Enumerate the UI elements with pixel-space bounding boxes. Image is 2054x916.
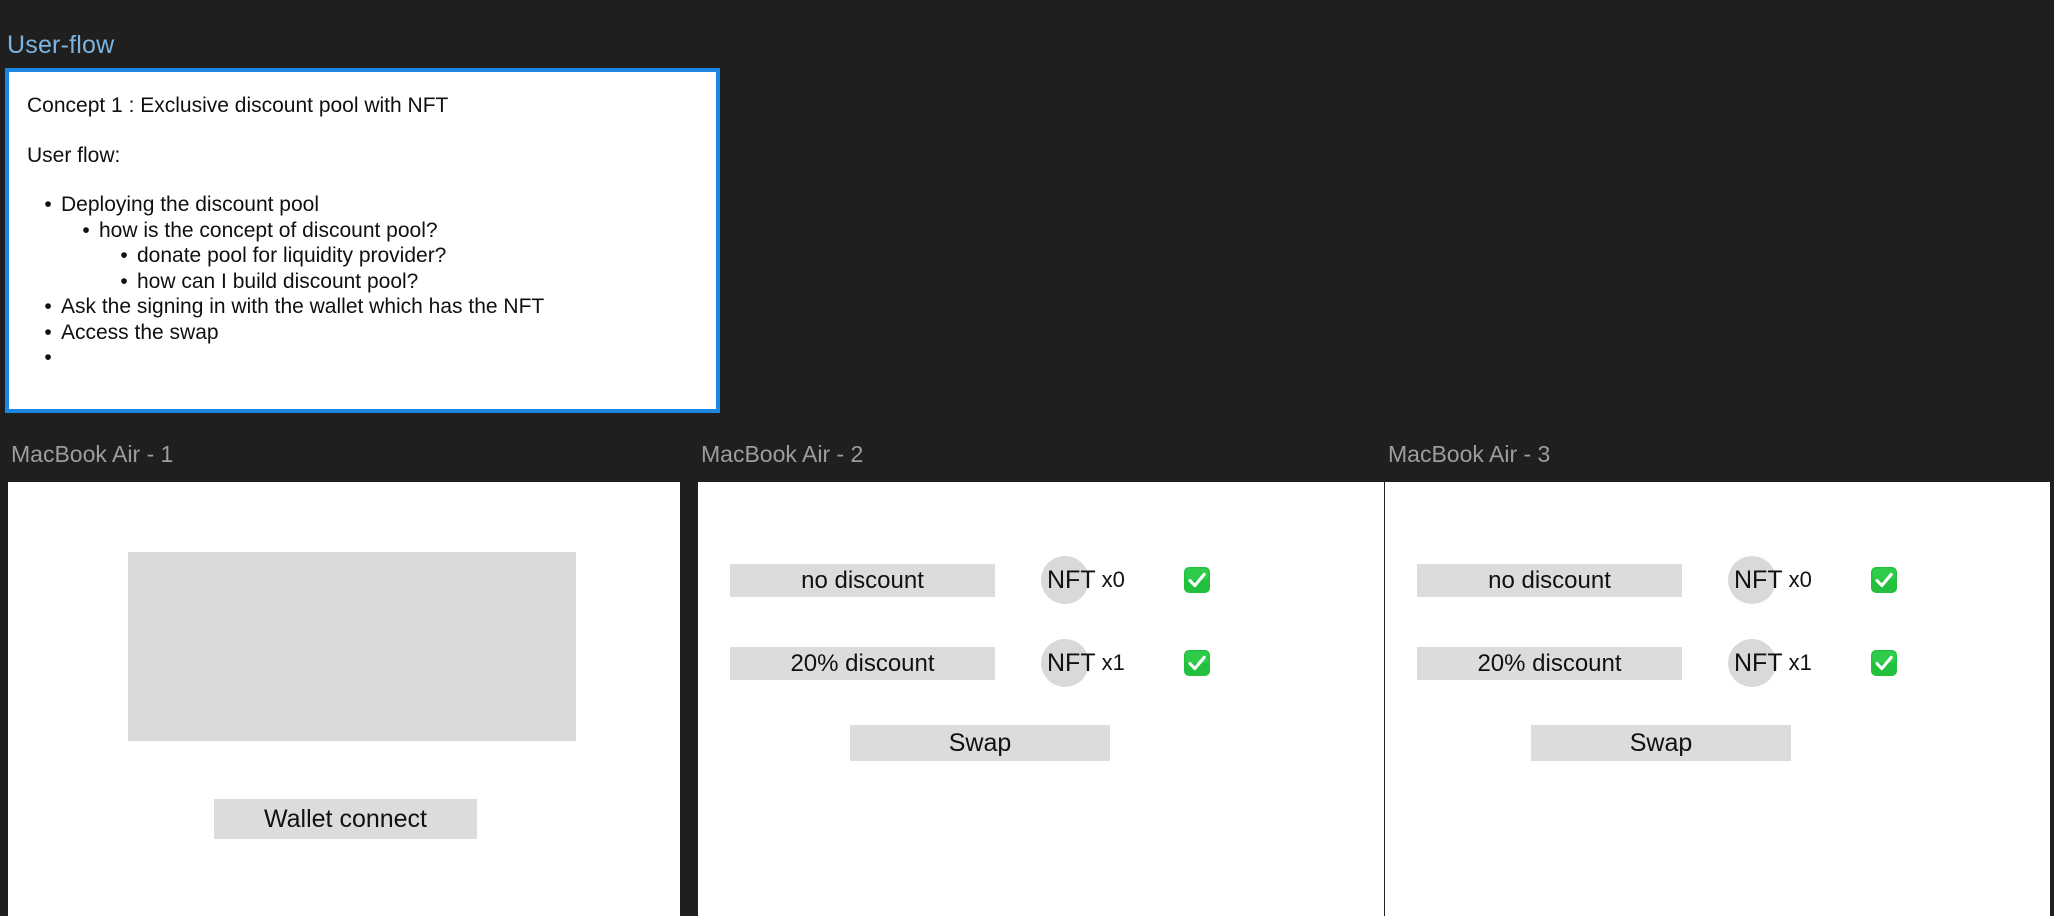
check-mark-button-icon[interactable]: [1183, 649, 1211, 677]
user-flow-bullet-item: • donate pool for liquidity provider?: [120, 243, 698, 269]
user-flow-note-card[interactable]: Concept 1 : Exclusive discount pool with…: [5, 68, 720, 413]
frame-macbook-air-2[interactable]: MacBook Air - 2 no discount NFT x0 20% d…: [698, 440, 1384, 916]
user-flow-bullet-item: • how is the concept of discount pool? • do…: [82, 218, 698, 295]
wallet-connect-button[interactable]: Wallet connect: [214, 799, 477, 839]
frame-canvas-2[interactable]: no discount NFT x0 20% discount NFT x1 S…: [698, 482, 1384, 916]
user-flow-title: User-flow: [7, 31, 115, 59]
user-flow-bullet-text: how can I build discount pool?: [137, 269, 419, 293]
frame-label-2: MacBook Air - 2: [701, 441, 864, 467]
user-flow-bullet-text: Ask the signing in with the wallet which…: [61, 295, 545, 318]
nft-count: x0: [1788, 567, 1812, 592]
nft-label: NFT: [1734, 649, 1783, 677]
frame-label-1: MacBook Air - 1: [11, 441, 174, 467]
bullet-dot-icon: •: [44, 295, 52, 318]
bullet-dot-icon: •: [82, 218, 90, 242]
user-flow-bullet-list: • Deploying the discount pool • how is the …: [27, 192, 698, 369]
user-flow-label: User flow:: [27, 144, 121, 167]
discount-chip[interactable]: 20% discount: [730, 646, 995, 680]
nft-count: x0: [1101, 567, 1125, 592]
user-flow-section: User-flow Concept 1 : Exclusive discount…: [0, 0, 730, 413]
frame-label-3: MacBook Air - 3: [1388, 441, 1551, 467]
bullet-dot-icon: •: [120, 269, 128, 293]
swap-button[interactable]: Swap: [850, 725, 1110, 761]
bullet-dot-icon: •: [120, 244, 128, 267]
swap-option-row[interactable]: no discount NFT x0: [730, 556, 1211, 604]
swap-button[interactable]: Swap: [1531, 725, 1791, 761]
nft-badge-group: NFT x1: [1041, 639, 1125, 687]
user-flow-bullet-text: donate pool for liquidity provider?: [137, 244, 447, 267]
user-flow-bullet-item: • Access the swap: [44, 320, 698, 346]
nft-count: x1: [1788, 650, 1812, 675]
user-flow-bullet-text: Deploying the discount pool: [61, 193, 320, 216]
nft-count: x1: [1101, 650, 1125, 675]
frame-macbook-air-3[interactable]: MacBook Air - 3 no discount NFT x0 20% d…: [1385, 440, 2050, 916]
nft-label: NFT: [1047, 566, 1096, 594]
nft-badge-group: NFT x0: [1728, 556, 1812, 604]
user-flow-bullet-text: Access the swap: [61, 320, 219, 344]
nft-badge-group: NFT x1: [1728, 639, 1812, 687]
user-flow-sub-list: • donate pool for liquidity provider? • how…: [99, 243, 698, 294]
frame-canvas-3[interactable]: no discount NFT x0 20% discount NFT x1 S…: [1385, 482, 2050, 916]
bullet-dot-icon: •: [44, 193, 52, 216]
nft-label: NFT: [1734, 566, 1783, 594]
frame-macbook-air-1[interactable]: MacBook Air - 1 Wallet connect: [8, 440, 680, 916]
swap-option-row[interactable]: no discount NFT x0: [1417, 556, 1898, 604]
frame-canvas-1[interactable]: Wallet connect: [8, 482, 680, 916]
user-flow-bullet-item: • Ask the signing in with the wallet whic…: [44, 294, 698, 320]
user-flow-bullet-item: • how can I build discount pool?: [120, 269, 698, 295]
frames-row: MacBook Air - 1 Wallet connect MacBook A…: [0, 440, 2054, 916]
bullet-dot-icon: •: [44, 346, 52, 369]
swap-option-row[interactable]: 20% discount NFT x1: [1417, 639, 1898, 687]
user-flow-bullet-text: how is the concept of discount pool?: [99, 218, 438, 242]
image-placeholder-rectangle: [128, 552, 576, 741]
user-flow-bullet-item: • Deploying the discount pool • how is the …: [44, 192, 698, 295]
nft-badge-group: NFT x0: [1041, 556, 1125, 604]
discount-chip[interactable]: 20% discount: [1417, 646, 1682, 680]
discount-chip[interactable]: no discount: [730, 563, 995, 597]
nft-label: NFT: [1047, 649, 1096, 677]
check-mark-button-icon[interactable]: [1870, 649, 1898, 677]
swap-option-row[interactable]: 20% discount NFT x1: [730, 639, 1211, 687]
user-flow-sub-list: • how is the concept of discount pool? • do…: [61, 218, 698, 295]
discount-chip[interactable]: no discount: [1417, 563, 1682, 597]
check-mark-button-icon[interactable]: [1183, 566, 1211, 594]
check-mark-button-icon[interactable]: [1870, 566, 1898, 594]
bullet-dot-icon: •: [44, 320, 52, 344]
concept-heading: Concept 1 : Exclusive discount pool with…: [27, 94, 449, 117]
